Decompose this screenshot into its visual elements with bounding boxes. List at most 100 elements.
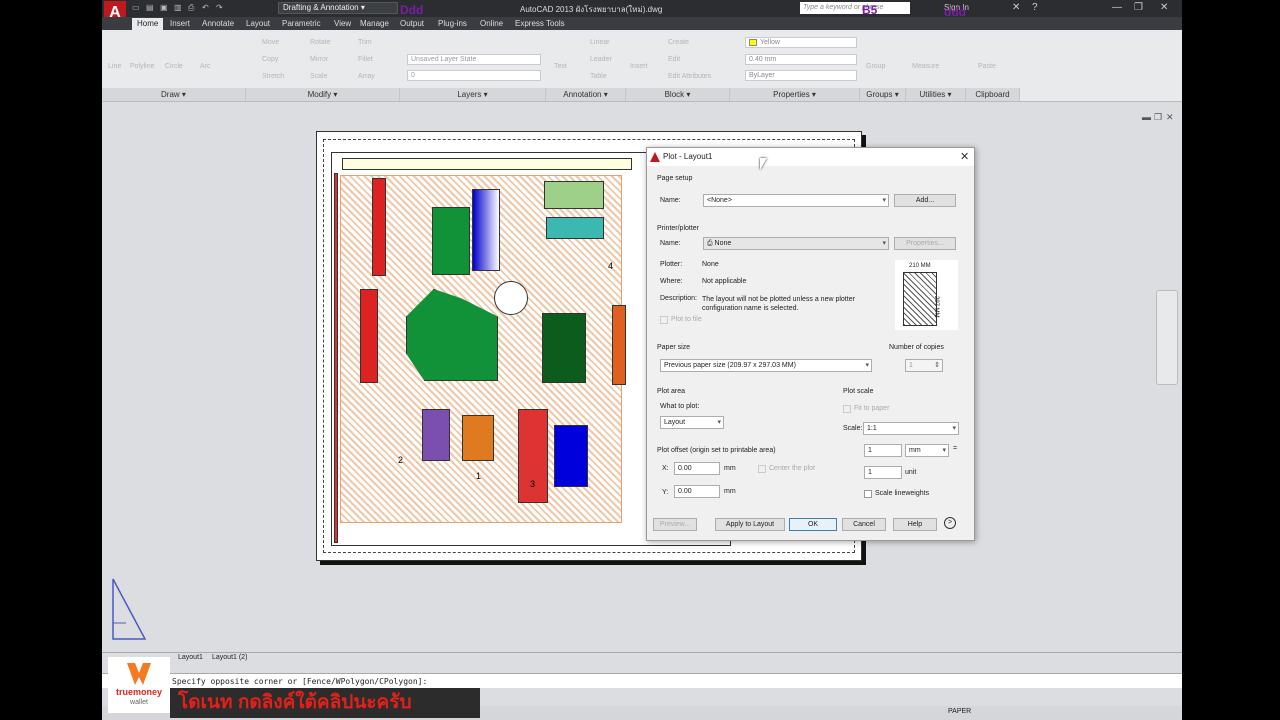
undo-icon[interactable]: ↶	[202, 3, 209, 12]
tab-manage[interactable]: Manage	[360, 18, 389, 30]
tab-view[interactable]: View	[334, 18, 351, 30]
viewport-minimize-icon[interactable]: ▬	[1142, 112, 1151, 122]
color-dropdown[interactable]: Yellow	[745, 37, 857, 48]
stretch-tool[interactable]: Stretch	[262, 73, 284, 80]
minimize-icon[interactable]: —	[1112, 2, 1122, 13]
measure-tool[interactable]: Measure	[912, 63, 939, 70]
close-icon[interactable]: ✕	[1160, 2, 1168, 13]
more-options-button[interactable]: >	[944, 517, 956, 529]
move-tool[interactable]: Move	[262, 39, 279, 46]
printer-properties-button[interactable]: Properties...	[894, 237, 956, 250]
line-tool[interactable]: Line	[108, 63, 121, 70]
save-as-icon[interactable]: ▥	[174, 3, 182, 12]
tab-online[interactable]: Online	[480, 18, 503, 30]
polyline-tool[interactable]: Polyline	[130, 63, 155, 70]
spinner-arrows-icon: ⇕	[934, 362, 940, 369]
page-setup-name-select[interactable]: <None> ▾	[703, 194, 889, 207]
trim-tool[interactable]: Trim	[358, 39, 372, 46]
viewport-restore-icon[interactable]: ❐	[1154, 112, 1162, 123]
tab-insert[interactable]: Insert	[170, 18, 190, 30]
tab-home[interactable]: Home	[132, 18, 164, 30]
command-line[interactable]: Specify opposite corner or [Fence/WPolyg…	[102, 673, 1182, 688]
panel-modify[interactable]: Modify ▾	[246, 88, 400, 101]
panel-annotation[interactable]: Annotation ▾	[546, 88, 626, 101]
new-file-icon[interactable]: ▭	[132, 3, 140, 12]
fit-to-paper-checkbox[interactable]	[843, 405, 851, 413]
paste-tool[interactable]: Paste	[978, 63, 996, 70]
insert-block-tool[interactable]: Insert	[630, 63, 648, 70]
save-icon[interactable]: ▣	[160, 3, 168, 12]
tab-output[interactable]: Output	[400, 18, 424, 30]
plot-icon[interactable]: ⎙	[188, 3, 194, 13]
viewport-close-icon[interactable]: ✕	[1166, 112, 1174, 123]
plot-dialog-titlebar[interactable]: Plot - Layout1 ✕	[647, 148, 974, 166]
center-plot-checkbox[interactable]	[758, 465, 766, 473]
create-block-tool[interactable]: Create	[668, 39, 689, 46]
layer-state-dropdown[interactable]: Unsaved Layer State	[407, 54, 541, 65]
tab-express-tools[interactable]: Express Tools	[515, 18, 565, 30]
panel-utilities[interactable]: Utilities ▾	[906, 88, 966, 101]
tab-layout1-2[interactable]: Layout1 (2)	[212, 654, 247, 661]
panel-layers[interactable]: Layers ▾	[400, 88, 546, 101]
group-tool[interactable]: Group	[866, 63, 885, 70]
printer-plotter-heading: Printer/plotter	[657, 225, 700, 232]
circle-tool[interactable]: Circle	[165, 63, 183, 70]
panel-draw[interactable]: Draw ▾	[102, 88, 246, 101]
offset-x-input[interactable]: 0.00	[674, 462, 720, 475]
help-button[interactable]: Help	[893, 518, 937, 531]
mirror-tool[interactable]: Mirror	[310, 56, 328, 63]
linetype-dropdown[interactable]: ByLayer	[745, 70, 857, 81]
tab-layout1[interactable]: Layout1	[178, 654, 203, 661]
panel-clipboard[interactable]: Clipboard	[966, 88, 1020, 101]
plot-to-file-checkbox[interactable]	[660, 316, 668, 324]
preview-button[interactable]: Preview...	[653, 518, 697, 531]
ok-button[interactable]: OK	[789, 518, 837, 531]
exchange-icon[interactable]: ✕	[1012, 2, 1020, 13]
tab-layout[interactable]: Layout	[246, 18, 270, 30]
arc-tool[interactable]: Arc	[200, 63, 211, 70]
text-tool[interactable]: Text	[554, 63, 567, 70]
navigation-bar[interactable]	[1156, 290, 1178, 385]
array-tool[interactable]: Array	[358, 73, 375, 80]
paper-size-select[interactable]: Previous paper size (209.97 x 297.03 MM)…	[660, 359, 872, 372]
workspace-dropdown[interactable]: Drafting & Annotation ▾	[278, 2, 398, 14]
overlay-text-a: Ddd	[400, 3, 424, 17]
scale-tool[interactable]: Scale	[310, 73, 328, 80]
panel-groups[interactable]: Groups ▾	[860, 88, 906, 101]
layer-dropdown[interactable]: 0	[407, 70, 541, 81]
help-icon[interactable]: ?	[1032, 2, 1038, 13]
open-file-icon[interactable]: ▤	[146, 3, 154, 12]
scale-select[interactable]: 1:1 ▾	[863, 422, 959, 435]
scale-unit-select[interactable]: mm ▾	[905, 444, 949, 457]
copy-tool[interactable]: Copy	[262, 56, 278, 63]
scale-numerator-input[interactable]: 1	[864, 444, 902, 457]
add-page-setup-button[interactable]: Add...	[894, 194, 956, 207]
printer-name-select[interactable]: ⎙ None ▾	[703, 237, 889, 250]
table-tool[interactable]: Table	[590, 73, 607, 80]
scale-lineweights-checkbox[interactable]	[864, 490, 872, 498]
scale-denominator-input[interactable]: 1	[864, 466, 902, 479]
cancel-button[interactable]: Cancel	[842, 518, 886, 531]
panel-properties[interactable]: Properties ▾	[730, 88, 860, 101]
tab-annotate[interactable]: Annotate	[202, 18, 234, 30]
tab-parametric[interactable]: Parametric	[282, 18, 321, 30]
apply-to-layout-button[interactable]: Apply to Layout	[715, 518, 785, 531]
screen: A ▭ ▤ ▣ ▥ ⎙ ↶ ↷ Drafting & Annotation ▾ …	[0, 0, 1280, 720]
what-to-plot-select[interactable]: Layout ▾	[660, 416, 724, 429]
tab-plugins[interactable]: Plug-ins	[438, 18, 467, 30]
rotate-tool[interactable]: Rotate	[310, 39, 331, 46]
redo-icon[interactable]: ↷	[216, 3, 223, 12]
leader-tool[interactable]: Leader	[590, 56, 612, 63]
maximize-icon[interactable]: ❐	[1134, 2, 1143, 13]
lineweight-dropdown[interactable]: 0.40 mm	[745, 54, 857, 65]
linear-dimension-tool[interactable]: Linear	[590, 39, 609, 46]
offset-y-input[interactable]: 0.00	[674, 485, 720, 498]
dialog-close-icon[interactable]: ✕	[960, 150, 969, 163]
paper-space-toggle[interactable]: PAPER	[948, 708, 971, 715]
edit-attributes-tool[interactable]: Edit Attributes	[668, 73, 711, 80]
edit-block-tool[interactable]: Edit	[668, 56, 680, 63]
search-input[interactable]: Type a keyword or phrase	[800, 2, 910, 14]
panel-block[interactable]: Block ▾	[626, 88, 730, 101]
fillet-tool[interactable]: Fillet	[358, 56, 373, 63]
copies-spinner[interactable]: 1 ⇕	[905, 359, 943, 372]
